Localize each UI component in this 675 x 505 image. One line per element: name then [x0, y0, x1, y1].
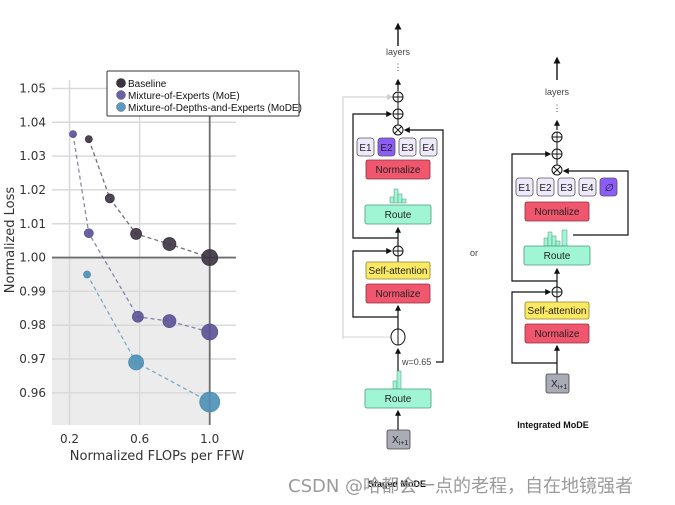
expert-label: E3: [401, 143, 414, 154]
watermark: CSDN @哈都会一点的老程，自在地镜强者: [288, 476, 634, 497]
staged-router-label: Route: [385, 394, 412, 405]
expert-label: E2: [539, 183, 552, 194]
integrated-normalize-label: Normalize: [534, 207, 579, 218]
integrated-route-label: Route: [544, 251, 571, 262]
integrated-ellipsis: ⋮: [553, 103, 562, 113]
expert-label: E1: [359, 143, 372, 154]
noop-expert-icon: ∅: [604, 183, 614, 194]
staged-router-histogram: [392, 370, 402, 390]
expert-label: E1: [518, 183, 531, 194]
mode-architecture-diagram: layers ⋮ E1 E2 E3 E4 Normalize Route Sel…: [342, 22, 629, 489]
expert-label: E4: [581, 183, 594, 194]
integrated-self-attention-label: Self-attention: [528, 306, 587, 317]
integrated-expert-row: E1 E2 E3 E4 ∅: [515, 177, 618, 197]
staged-self-attention-label: Self-attention: [369, 266, 428, 277]
staged-weight-label: w=0.65: [401, 357, 431, 367]
or-label: or: [470, 248, 478, 258]
staged-attn-normalize-label: Normalize: [375, 289, 420, 300]
staged-expert-normalize-label: Normalize: [375, 165, 420, 176]
expert-label: E3: [560, 183, 573, 194]
staged-expert-histogram: [389, 188, 407, 204]
staged-expert-route-label: Route: [385, 210, 412, 221]
staged-ellipsis: ⋮: [394, 62, 403, 72]
staged-expert-row: E1 E2 E3 E4: [356, 137, 438, 157]
integrated-layers-label: layers: [545, 87, 570, 97]
integrated-attn-normalize-label: Normalize: [534, 329, 579, 340]
integrated-router-histogram: [543, 229, 568, 247]
staged-mode-diagram: layers ⋮ E1 E2 E3 E4 Normalize Route Sel…: [342, 22, 444, 489]
integrated-caption: Integrated MoDE: [517, 420, 589, 430]
integrated-mode-diagram: layers ⋮ E1 E2 E3 E4 ∅ Normalize Route Self-: [511, 56, 629, 430]
staged-layers-label: layers: [386, 47, 411, 57]
expert-label: E2: [380, 143, 393, 154]
expert-label: E4: [422, 143, 435, 154]
